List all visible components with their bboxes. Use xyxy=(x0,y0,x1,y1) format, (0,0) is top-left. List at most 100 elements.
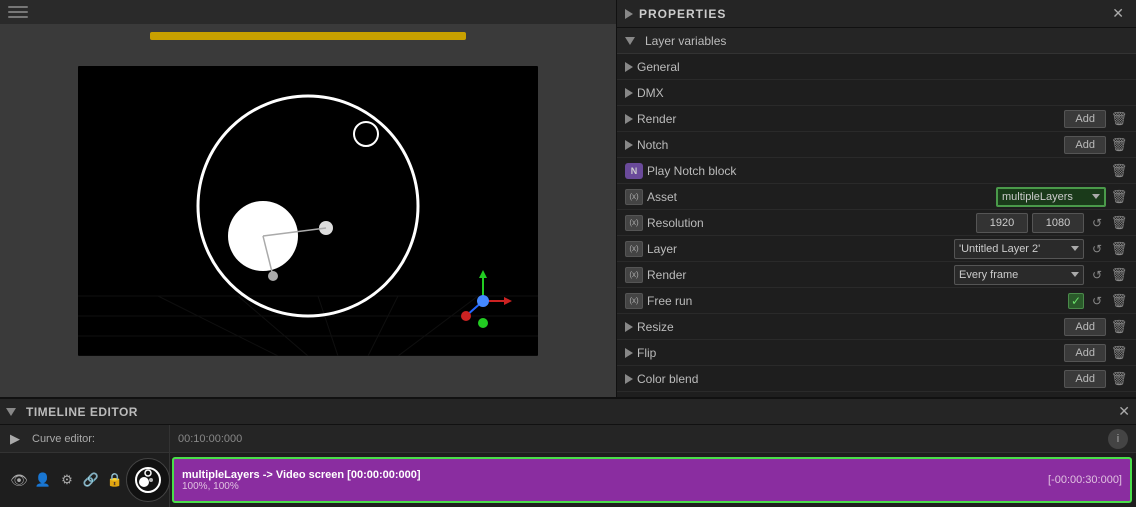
timeline-content: 00:10:00:000 i multipleLayers -> Video s… xyxy=(170,425,1136,507)
black-canvas xyxy=(78,66,538,356)
resolution-width-input[interactable] xyxy=(976,213,1028,233)
timeline-close-button[interactable]: ✕ xyxy=(1118,403,1130,420)
panel-collapse-icon[interactable] xyxy=(625,9,633,19)
timeline-lock-icon[interactable]: 👤 xyxy=(34,471,52,489)
render2-reset-button[interactable]: ↺ xyxy=(1088,266,1106,284)
asset-select-value: multipleLayers xyxy=(1002,191,1073,203)
timeline-settings-icon[interactable]: ⚙ xyxy=(58,471,76,489)
xy-icon-freerun: (x) xyxy=(625,293,643,309)
flip-add-button[interactable]: Add xyxy=(1064,344,1106,362)
layer-select[interactable]: 'Untitled Layer 2' xyxy=(954,239,1084,259)
menu-line-1 xyxy=(8,6,28,8)
panel-close-button[interactable]: ✕ xyxy=(1108,5,1128,22)
viewport-toolbar xyxy=(0,0,616,24)
notch-block-icon: N xyxy=(625,163,643,179)
layer-select-value: 'Untitled Layer 2' xyxy=(959,243,1040,255)
play-icon-resize[interactable] xyxy=(625,322,633,332)
viewport xyxy=(0,0,616,397)
render2-delete-button[interactable]: 🗑 xyxy=(1110,266,1128,284)
section-title: Layer variables xyxy=(645,34,726,48)
clip-time-right: [-00:00:30:000] xyxy=(1048,474,1122,486)
prop-row-freerun: (x) Free run ✓ ↺ 🗑 xyxy=(617,288,1136,314)
section-collapse-icon[interactable] xyxy=(625,37,635,45)
prop-label-render2: Render xyxy=(647,268,950,282)
progress-bar xyxy=(150,32,466,40)
play-notch-block-delete-button[interactable]: 🗑 xyxy=(1110,162,1128,180)
prop-row-flip: Flip Add 🗑 xyxy=(617,340,1136,366)
resolution-delete-button[interactable]: 🗑 xyxy=(1110,214,1128,232)
asset-select[interactable]: multipleLayers xyxy=(996,187,1106,207)
render-add-button[interactable]: Add xyxy=(1064,110,1106,128)
notch-delete-button[interactable]: 🗑 xyxy=(1110,136,1128,154)
asset-delete-button[interactable]: 🗑 xyxy=(1110,188,1128,206)
play-icon-colorblend[interactable] xyxy=(625,374,633,384)
properties-rows: General DMX Render Add 🗑 Notch Add 🗑 xyxy=(617,54,1136,397)
freerun-reset-button[interactable]: ↺ xyxy=(1088,292,1106,310)
prop-row-play-notch-block: N Play Notch block 🗑 xyxy=(617,158,1136,184)
play-icon-notch[interactable] xyxy=(625,140,633,150)
timeline-title: TIMELINE EDITOR xyxy=(26,405,138,419)
prop-row-render2: (x) Render Every frame ↺ 🗑 xyxy=(617,262,1136,288)
xy-icon-asset: (x) xyxy=(625,189,643,205)
freerun-delete-button[interactable]: 🗑 xyxy=(1110,292,1128,310)
timeline-body: ▶ Curve editor: 👁 👤 ⚙ 🔗 🔒 xyxy=(0,425,1136,507)
gizmo xyxy=(448,266,518,336)
clip-subtitle: 100%, 100% xyxy=(182,481,1122,492)
play-icon-flip[interactable] xyxy=(625,348,633,358)
prop-label-play-notch-block: Play Notch block xyxy=(647,164,1106,178)
layer-select-arrow xyxy=(1071,246,1079,251)
prop-row-layer: (x) Layer 'Untitled Layer 2' ↺ 🗑 xyxy=(617,236,1136,262)
xy-icon-render2: (x) xyxy=(625,267,643,283)
timeline-sidebar: ▶ Curve editor: 👁 👤 ⚙ 🔗 🔒 xyxy=(0,425,170,507)
prop-label-general: General xyxy=(637,60,1128,74)
timeline-lock2-icon[interactable]: 🔒 xyxy=(106,471,124,489)
resize-delete-button[interactable]: 🗑 xyxy=(1110,318,1128,336)
resize-add-button[interactable]: Add xyxy=(1064,318,1106,336)
prop-label-layer: Layer xyxy=(647,242,950,256)
prop-row-resize: Resize Add 🗑 xyxy=(617,314,1136,340)
timeline-sidebar-toolbar: ▶ Curve editor: xyxy=(0,425,169,453)
panel-title: PROPERTIES xyxy=(639,7,1102,21)
prop-row-resolution: (x) Resolution ↺ 🗑 xyxy=(617,210,1136,236)
prop-label-flip: Flip xyxy=(637,346,1060,360)
timeline-info-button[interactable]: i xyxy=(1108,429,1128,449)
prop-label-freerun: Free run xyxy=(647,294,1064,308)
play-icon-general[interactable] xyxy=(625,62,633,72)
timeline-ruler-time: 00:10:00:000 xyxy=(178,433,242,445)
menu-line-3 xyxy=(8,16,28,18)
resolution-reset-button[interactable]: ↺ xyxy=(1088,214,1106,232)
layer-reset-button[interactable]: ↺ xyxy=(1088,240,1106,258)
timeline-eye-icon[interactable]: 👁 xyxy=(10,471,28,489)
menu-line-2 xyxy=(8,11,28,13)
play-icon-dmx[interactable] xyxy=(625,88,633,98)
play-icon-render1[interactable] xyxy=(625,114,633,124)
prop-label-colorblend: Color blend xyxy=(637,372,1060,386)
timeline-link-icon[interactable]: 🔗 xyxy=(82,471,100,489)
timeline-clip[interactable]: multipleLayers -> Video screen [00:00:00… xyxy=(172,457,1132,503)
canvas-area xyxy=(0,24,616,397)
render2-select[interactable]: Every frame xyxy=(954,265,1084,285)
freerun-checkbox[interactable]: ✓ xyxy=(1068,293,1084,309)
properties-panel: PROPERTIES ✕ Layer variables General DMX… xyxy=(616,0,1136,397)
colorblend-add-button[interactable]: Add xyxy=(1064,370,1106,388)
render2-select-value: Every frame xyxy=(959,269,1018,281)
timeline-collapse-icon[interactable] xyxy=(6,408,16,416)
timeline-ruler: 00:10:00:000 i xyxy=(170,425,1136,453)
prop-label-dmx: DMX xyxy=(637,86,1128,100)
layer-delete-button[interactable]: 🗑 xyxy=(1110,240,1128,258)
section-header: Layer variables xyxy=(617,28,1136,54)
flip-delete-button[interactable]: 🗑 xyxy=(1110,344,1128,362)
main-area: PROPERTIES ✕ Layer variables General DMX… xyxy=(0,0,1136,397)
notch-add-button[interactable]: Add xyxy=(1064,136,1106,154)
asset-select-arrow xyxy=(1092,194,1100,199)
resolution-height-input[interactable] xyxy=(1032,213,1084,233)
colorblend-delete-button[interactable]: 🗑 xyxy=(1110,370,1128,388)
curve-editor-label: Curve editor: xyxy=(32,433,95,445)
render-delete-button[interactable]: 🗑 xyxy=(1110,110,1128,128)
hamburger-icon[interactable] xyxy=(8,6,28,18)
prop-label-resize: Resize xyxy=(637,320,1060,334)
timeline-play-button[interactable]: ▶ xyxy=(6,430,24,448)
timeline-header: TIMELINE EDITOR ✕ xyxy=(0,399,1136,425)
prop-row-notch: Notch Add 🗑 xyxy=(617,132,1136,158)
prop-label-notch: Notch xyxy=(637,138,1060,152)
